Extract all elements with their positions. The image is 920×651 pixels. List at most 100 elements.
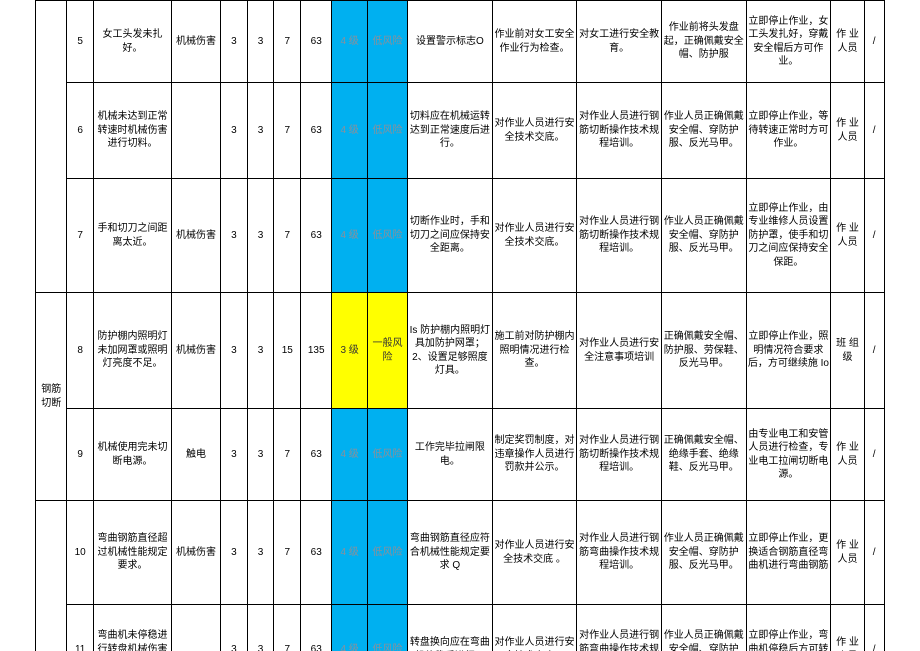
- val-e: 3: [247, 83, 274, 179]
- measure-3: 对作业人员进行钢筋切断操作技术规程培训。: [577, 179, 662, 293]
- measure-3: 对作业人员进行钢筋弯曲操作技术规程培训。: [577, 501, 662, 605]
- trailer: /: [864, 409, 884, 501]
- val-l: 3: [220, 293, 247, 409]
- measure-5: 立即停止作业，照明情况符合要求后，方可继续施 Io: [746, 293, 831, 409]
- type: 机械伤害: [171, 1, 220, 83]
- responsible: 班 组级: [831, 293, 864, 409]
- measure-1: 转盘换向应在弯曲机停稳后进行。: [408, 605, 493, 651]
- level: 4 级: [332, 605, 368, 651]
- risk: 低风险: [367, 1, 407, 83]
- trailer: /: [864, 605, 884, 651]
- measure-5: 立即停止作业，更换适合钢筋直径弯曲机进行弯曲钢筋: [746, 501, 831, 605]
- val-l: 3: [220, 501, 247, 605]
- risk: 低风险: [367, 409, 407, 501]
- val-e: 3: [247, 293, 274, 409]
- responsible: 作 业人员: [831, 83, 864, 179]
- val-e: 3: [247, 501, 274, 605]
- row-no: 8: [67, 293, 94, 409]
- val-e: 3: [247, 179, 274, 293]
- measure-4: 作业人员正确佩戴安全帽、穿防护服、反光马甲。: [661, 83, 746, 179]
- table-row: 6 机械未达到正常转速时机械伤害进行切料。 3 3 7 63 4 级 低风险 切…: [0, 83, 920, 179]
- table-row: 5 女工头发未扎好。 机械伤害 3 3 7 63 4 级 低风险 设置警示标志O…: [0, 1, 920, 83]
- table-row: 11 弯曲机未停稳进行转盘机械伤害换向。 3 3 7 63 4 级 低风险 转盘…: [0, 605, 920, 651]
- risk: 一般风险: [367, 293, 407, 409]
- measure-3: 对女工进行安全教育。: [577, 1, 662, 83]
- table-row: 9 机械使用完未切断电源。 触电 3 3 7 63 4 级 低风险 工作完毕拉闸…: [0, 409, 920, 501]
- measure-2: 对作业人员进行安全技术交底 。: [492, 501, 577, 605]
- val-e: 3: [247, 605, 274, 651]
- measure-5: 立即停止作业，女工头发扎好，穿戴安全帽后方可作业。: [746, 1, 831, 83]
- measure-1: 弯曲钢筋直径应符合机械性能规定要求 Q: [408, 501, 493, 605]
- measure-2: 施工前对防护棚内照明情况进行检查。: [492, 293, 577, 409]
- measure-2: 作业前对女工安全作业行为检查。: [492, 1, 577, 83]
- measure-1: 设置警示标志O: [408, 1, 493, 83]
- row-no: 9: [67, 409, 94, 501]
- type: [171, 83, 220, 179]
- risk: 低风险: [367, 501, 407, 605]
- val-d: 63: [301, 605, 332, 651]
- row-no: 7: [67, 179, 94, 293]
- row-no: 5: [67, 1, 94, 83]
- val-c: 7: [274, 179, 301, 293]
- level: 3 级: [332, 293, 368, 409]
- measure-1: 切断作业时，手和切刀之间应保持安全距离。: [408, 179, 493, 293]
- val-c: 7: [274, 409, 301, 501]
- table-row: 钢筋%¼ 10 弯曲钢筋直径超过机械性能规定要求。 机械伤害 3 3 7 63 …: [0, 501, 920, 605]
- measure-2: 对作业人员进行安全技术交底。: [492, 179, 577, 293]
- measure-4: 正确佩戴安全帽、防护服、劳保鞋、反光马甲。: [661, 293, 746, 409]
- document-page: 5 女工头发未扎好。 机械伤害 3 3 7 63 4 级 低风险 设置警示标志O…: [0, 0, 920, 651]
- responsible: 作 业人员: [831, 501, 864, 605]
- level: 4 级: [332, 83, 368, 179]
- measure-4: 作业人员正确佩戴安全帽、穿防护服、反光马甲。: [661, 179, 746, 293]
- measure-2: 对作业人员进行安全技术交底。: [492, 83, 577, 179]
- hazard: 机械未达到正常转速时机械伤害进行切料。: [94, 83, 172, 179]
- measure-1: 工作完毕拉闸限电。: [408, 409, 493, 501]
- val-e: 3: [247, 1, 274, 83]
- measure-1: Is 防护棚内照明灯具加防护网罩；2、设置足够照度灯具。: [408, 293, 493, 409]
- responsible: 作 业人员: [831, 409, 864, 501]
- row-no: 6: [67, 83, 94, 179]
- responsible: 作 业人员: [831, 605, 864, 651]
- table-row: 钢筋切断 8 防护棚内照明灯未加网罩或照明灯亮度不足。 机械伤害 3 3 15 …: [0, 293, 920, 409]
- val-d: 63: [301, 83, 332, 179]
- hazard: 女工头发未扎好。: [94, 1, 172, 83]
- val-d: 63: [301, 1, 332, 83]
- measure-4: 作业人员正确佩戴安全帽、穿防护服、反光马甲。: [661, 605, 746, 651]
- type: [171, 605, 220, 651]
- val-l: 3: [220, 179, 247, 293]
- measure-4: 正确佩戴安全帽、绝缘手套、绝缘鞋、反光马甲。: [661, 409, 746, 501]
- measure-5: 立即停止作业，等待转速正常时方可作业。: [746, 83, 831, 179]
- val-c: 7: [274, 83, 301, 179]
- val-l: 3: [220, 605, 247, 651]
- risk: 低风险: [367, 179, 407, 293]
- val-d: 135: [301, 293, 332, 409]
- responsible: 作 业人员: [831, 179, 864, 293]
- hazard: 机械使用完未切断电源。: [94, 409, 172, 501]
- measure-3: 对作业人员进行钢筋弯曲操作技术规程培训。: [577, 605, 662, 651]
- type: 机械伤害: [171, 179, 220, 293]
- type: 机械伤害: [171, 293, 220, 409]
- hazard: 弯曲机未停稳进行转盘机械伤害换向。: [94, 605, 172, 651]
- measure-4: 作业前将头发盘起，正确佩戴安全帽、防护服: [661, 1, 746, 83]
- trailer: /: [864, 179, 884, 293]
- risk-table: 5 女工头发未扎好。 机械伤害 3 3 7 63 4 级 低风险 设置警示标志O…: [0, 0, 920, 651]
- trailer: /: [864, 501, 884, 605]
- level: 4 级: [332, 501, 368, 605]
- hazard: 手和切刀之间距离太近。: [94, 179, 172, 293]
- val-c: 15: [274, 293, 301, 409]
- row-no: 10: [67, 501, 94, 605]
- measure-5: 立即停止作业，由专业维修人员设置防护罩，使手和切刀之间应保持安全保距。: [746, 179, 831, 293]
- level: 4 级: [332, 409, 368, 501]
- val-d: 63: [301, 409, 332, 501]
- responsible: 作 业人员: [831, 1, 864, 83]
- trailer: /: [864, 83, 884, 179]
- table-row: 7 手和切刀之间距离太近。 机械伤害 3 3 7 63 4 级 低风险 切断作业…: [0, 179, 920, 293]
- risk: 低风险: [367, 83, 407, 179]
- measure-5: 由专业电工和安管人员进行检查，专业电工拉闸切断电源。: [746, 409, 831, 501]
- measure-3: 对作业人员进行钢筋切断操作技术规程培训。: [577, 83, 662, 179]
- group-label: 钢筋切断: [36, 293, 67, 501]
- trailer: /: [864, 293, 884, 409]
- measure-5: 立即停止作业，弯曲机停稳后方可转盘换向。: [746, 605, 831, 651]
- hazard: 防护棚内照明灯未加网罩或照明灯亮度不足。: [94, 293, 172, 409]
- hazard: 弯曲钢筋直径超过机械性能规定要求。: [94, 501, 172, 605]
